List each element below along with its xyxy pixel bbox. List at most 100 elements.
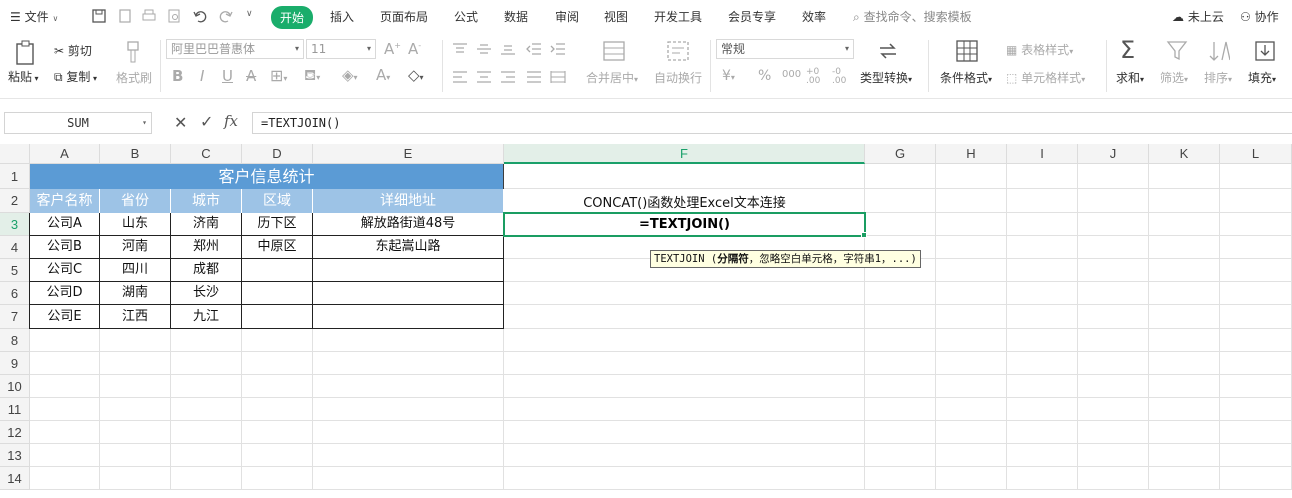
formula-input[interactable]: =TEXTJOIN() bbox=[252, 112, 1292, 134]
row-header-4[interactable]: 4 bbox=[0, 236, 30, 259]
command-search[interactable]: ⌕ 查找命令、搜索模板 bbox=[853, 8, 972, 25]
cell-g2[interactable] bbox=[865, 189, 936, 213]
cell-a8[interactable] bbox=[30, 329, 100, 352]
cell-l14[interactable] bbox=[1220, 467, 1292, 490]
cell-l6[interactable] bbox=[1220, 282, 1292, 305]
row-header-9[interactable]: 9 bbox=[0, 352, 30, 375]
table-cell[interactable]: 公司C bbox=[30, 259, 100, 282]
cell-h7[interactable] bbox=[936, 305, 1007, 329]
table-cell[interactable]: 公司B bbox=[30, 236, 100, 259]
cell-c9[interactable] bbox=[171, 352, 242, 375]
cell-l5[interactable] bbox=[1220, 259, 1292, 282]
cell-l9[interactable] bbox=[1220, 352, 1292, 375]
table-cell[interactable]: 郑州 bbox=[171, 236, 242, 259]
cell-h3[interactable] bbox=[936, 213, 1007, 236]
table-header-cell[interactable]: 省份 bbox=[100, 189, 171, 213]
cell-j14[interactable] bbox=[1078, 467, 1149, 490]
cell-d13[interactable] bbox=[242, 444, 313, 467]
paste-icon[interactable] bbox=[14, 40, 38, 66]
tab-view[interactable]: 视图 bbox=[604, 8, 628, 25]
tab-formulas[interactable]: 公式 bbox=[454, 8, 478, 25]
cell-f6[interactable] bbox=[504, 282, 865, 305]
percent-icon[interactable]: % bbox=[758, 68, 771, 84]
cell-k7[interactable] bbox=[1149, 305, 1220, 329]
cell-b10[interactable] bbox=[100, 375, 171, 398]
cell-a14[interactable] bbox=[30, 467, 100, 490]
row-header-13[interactable]: 13 bbox=[0, 444, 30, 467]
row-header-14[interactable]: 14 bbox=[0, 467, 30, 490]
font-name-select[interactable]: 阿里巴巴普惠体 ▾ bbox=[166, 39, 304, 59]
cell-d14[interactable] bbox=[242, 467, 313, 490]
cell-k13[interactable] bbox=[1149, 444, 1220, 467]
merge-center-button[interactable]: 合并居中▾ bbox=[586, 69, 638, 86]
fill-icon[interactable] bbox=[1254, 40, 1276, 62]
cell-l10[interactable] bbox=[1220, 375, 1292, 398]
table-cell[interactable]: 长沙 bbox=[171, 282, 242, 305]
wrap-text-icon[interactable] bbox=[666, 40, 690, 62]
cell-i3[interactable] bbox=[1007, 213, 1078, 236]
table-cell[interactable]: 济南 bbox=[171, 213, 242, 236]
cell-k11[interactable] bbox=[1149, 398, 1220, 421]
cell-e8[interactable] bbox=[313, 329, 504, 352]
cell-e12[interactable] bbox=[313, 421, 504, 444]
cell-l11[interactable] bbox=[1220, 398, 1292, 421]
cell-f2-text[interactable]: CONCAT()函数处理Excel文本连接 bbox=[504, 189, 865, 213]
cell-h4[interactable] bbox=[936, 236, 1007, 259]
cell-j7[interactable] bbox=[1078, 305, 1149, 329]
align-middle-icon[interactable] bbox=[476, 42, 492, 56]
format-painter-icon[interactable] bbox=[122, 40, 144, 64]
merge-center-icon[interactable] bbox=[602, 40, 626, 62]
redo-icon[interactable] bbox=[218, 8, 234, 24]
bold-icon[interactable]: B bbox=[172, 67, 183, 85]
cell-h10[interactable] bbox=[936, 375, 1007, 398]
table-cell[interactable]: 解放路街道48号 bbox=[313, 213, 504, 236]
cell-b13[interactable] bbox=[100, 444, 171, 467]
cell-e10[interactable] bbox=[313, 375, 504, 398]
cell-c12[interactable] bbox=[171, 421, 242, 444]
cell-d8[interactable] bbox=[242, 329, 313, 352]
cell-k10[interactable] bbox=[1149, 375, 1220, 398]
type-convert-icon[interactable] bbox=[876, 40, 900, 62]
cell-l3[interactable] bbox=[1220, 213, 1292, 236]
cell-d12[interactable] bbox=[242, 421, 313, 444]
cell-c14[interactable] bbox=[171, 467, 242, 490]
row-header-3[interactable]: 3 bbox=[0, 213, 30, 236]
column-header-c[interactable]: C bbox=[171, 144, 242, 164]
cell-h9[interactable] bbox=[936, 352, 1007, 375]
quick-access-more-icon[interactable]: ∨ bbox=[246, 9, 253, 19]
increase-font-icon[interactable]: A+ bbox=[384, 40, 401, 58]
cell-f12[interactable] bbox=[504, 421, 865, 444]
fill-handle[interactable] bbox=[861, 232, 867, 238]
undo-icon[interactable] bbox=[192, 8, 208, 24]
table-cell[interactable]: 湖南 bbox=[100, 282, 171, 305]
clear-format-icon[interactable]: ◇▾ bbox=[408, 66, 424, 84]
file-menu[interactable]: ☰ 文件 ∨ bbox=[10, 8, 58, 25]
font-size-select[interactable]: 11 ▾ bbox=[306, 39, 376, 59]
strikethrough-icon[interactable]: A bbox=[246, 67, 256, 85]
type-convert-button[interactable]: 类型转换▾ bbox=[860, 69, 912, 86]
cancel-edit-icon[interactable]: ✕ bbox=[174, 113, 187, 132]
cell-i5[interactable] bbox=[1007, 259, 1078, 282]
export-pdf-icon[interactable] bbox=[117, 8, 133, 24]
cell-j11[interactable] bbox=[1078, 398, 1149, 421]
column-header-b[interactable]: B bbox=[100, 144, 171, 164]
table-header-cell[interactable]: 区域 bbox=[242, 189, 313, 213]
cell-j9[interactable] bbox=[1078, 352, 1149, 375]
cell-j5[interactable] bbox=[1078, 259, 1149, 282]
cell-i6[interactable] bbox=[1007, 282, 1078, 305]
cell-l13[interactable] bbox=[1220, 444, 1292, 467]
align-bottom-icon[interactable] bbox=[500, 42, 516, 56]
column-header-a[interactable]: A bbox=[30, 144, 100, 164]
cell-i7[interactable] bbox=[1007, 305, 1078, 329]
cell-c11[interactable] bbox=[171, 398, 242, 421]
cell-g9[interactable] bbox=[865, 352, 936, 375]
fill-button[interactable]: 填充▾ bbox=[1248, 69, 1276, 86]
cell-f14[interactable] bbox=[504, 467, 865, 490]
filter-button[interactable]: 筛选▾ bbox=[1160, 69, 1188, 86]
decrease-decimal-icon[interactable]: -0.00 bbox=[832, 68, 846, 86]
tab-page-layout[interactable]: 页面布局 bbox=[380, 8, 428, 25]
cell-f8[interactable] bbox=[504, 329, 865, 352]
table-header-cell[interactable]: 城市 bbox=[171, 189, 242, 213]
cell-b12[interactable] bbox=[100, 421, 171, 444]
cell-k1[interactable] bbox=[1149, 164, 1220, 189]
